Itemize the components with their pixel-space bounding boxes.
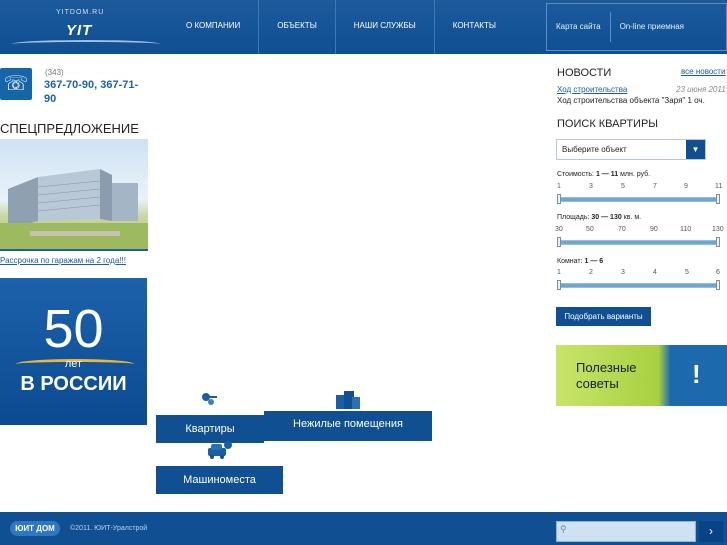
news-item-link[interactable]: Ход строительства (557, 85, 627, 94)
area-label-text: Площадь: (557, 214, 590, 221)
footer-search-input[interactable]: ⚲ (556, 521, 696, 542)
site-footer: ЮИТ ДОМ ©2011. ЮИТ-Уралстрой ⚲ › (0, 512, 727, 545)
price-label-text: Стоимость: (557, 171, 594, 178)
news-item-text: Ход строительства объекта "Заря" 1 оч. (557, 96, 705, 105)
keys-icon (202, 393, 217, 405)
category-parking-button[interactable]: Машиноместа (156, 466, 283, 494)
logo-url-text: YITDOM.RU (56, 9, 105, 16)
area-range-value: 30 — 130 (591, 214, 622, 221)
footer-logo[interactable]: ЮИТ ДОМ (10, 521, 60, 536)
phone-code: (343) (45, 68, 64, 77)
chevron-down-icon[interactable]: ▼ (686, 140, 705, 159)
area-slider[interactable] (557, 237, 720, 247)
price-tick: 1 (557, 183, 561, 190)
area-range-label: Площадь: 30 — 130 кв. м. (557, 214, 641, 221)
area-tick: 110 (680, 226, 692, 233)
object-select[interactable]: Выберите объект ▼ (556, 139, 706, 160)
price-range-label: Стоимость: 1 — 11 млн. руб. (557, 171, 650, 178)
logo-swoosh-icon (12, 40, 160, 48)
price-tick: 11 (715, 183, 723, 190)
category-commercial-button[interactable]: Нежилые помещения (264, 411, 432, 441)
area-max-handle[interactable] (716, 237, 720, 247)
main-nav: О КОМПАНИИ ОБЪЕКТЫ НАШИ СЛУЖБЫ КОНТАКТЫ (168, 0, 514, 54)
phone-icon: ☏ (0, 68, 32, 100)
price-tick: 5 (621, 183, 625, 190)
useful-tips-line2: советы (576, 376, 619, 391)
price-max-handle[interactable] (716, 194, 720, 204)
nav-item-objects[interactable]: ОБЪЕКТЫ (258, 0, 335, 54)
useful-tips-text: Полезные советы (576, 360, 666, 392)
area-tick: 130 (712, 226, 724, 233)
price-tick: 7 (653, 183, 657, 190)
price-tick: 9 (684, 183, 688, 190)
news-title: НОВОСТИ (557, 67, 612, 79)
rooms-tick: 4 (653, 269, 657, 276)
area-tick: 90 (650, 226, 658, 233)
all-news-link[interactable]: все новости (681, 67, 725, 76)
car-icon (208, 441, 232, 459)
special-offer-link[interactable]: Рассрочка по гаражам на 2 года!!! (0, 256, 126, 265)
news-item-date: 23 июня 2011 (676, 85, 726, 94)
category-apartments-button[interactable]: Квартиры (156, 415, 264, 443)
nav-item-services[interactable]: НАШИ СЛУЖБЫ (334, 0, 434, 54)
nav-item-contacts[interactable]: КОНТАКТЫ (433, 0, 514, 54)
rooms-tick: 3 (621, 269, 625, 276)
nav-item-company[interactable]: О КОМПАНИИ (168, 0, 258, 54)
rooms-label-text: Комнат: (557, 258, 583, 265)
price-min-handle[interactable] (557, 194, 561, 204)
rooms-max-handle[interactable] (716, 280, 720, 290)
useful-tips-line1: Полезные (576, 360, 637, 375)
price-unit: млн. руб. (620, 171, 651, 178)
reception-link[interactable]: On-line приемная (609, 12, 693, 42)
phone-numbers: 367-70-90, 367-71-90 (44, 79, 139, 105)
banner-let: лет (64, 358, 83, 370)
site-header: YITDOM.RU YIT О КОМПАНИИ ОБЪЕКТЫ НАШИ СЛ… (0, 0, 727, 54)
special-offer-image[interactable] (0, 139, 148, 251)
area-tick: 30 (555, 226, 563, 233)
search-icon: ⚲ (560, 524, 567, 534)
price-range-value: 1 — 11 (595, 171, 619, 178)
office-building-icon (336, 391, 360, 409)
rooms-slider[interactable] (557, 280, 720, 290)
rooms-tick: 1 (557, 269, 561, 276)
apartment-search-title: ПОИСК КВАРТИРЫ (557, 118, 659, 130)
banner-country: В РОССИИ (20, 373, 127, 395)
area-unit: кв. м. (623, 214, 642, 221)
copyright-text: ©2011. ЮИТ-Уралстрой (70, 525, 148, 532)
banner-number: 50 (43, 299, 104, 359)
building-illustration (0, 169, 148, 249)
exclamation-icon: ! (692, 359, 701, 389)
area-tick: 50 (586, 226, 594, 233)
price-tick: 3 (589, 183, 593, 190)
rooms-tick: 6 (716, 269, 720, 276)
rooms-tick: 2 (589, 269, 593, 276)
rooms-min-handle[interactable] (557, 280, 561, 290)
top-links: Карта сайта On-line приемная (546, 3, 727, 51)
area-min-handle[interactable] (557, 237, 561, 247)
logo-mark: YIT (66, 22, 93, 39)
rooms-range-label: Комнат: 1 — 6 (557, 258, 603, 265)
rooms-tick: 5 (685, 269, 689, 276)
site-logo[interactable]: YITDOM.RU YIT (0, 0, 170, 54)
area-tick: 70 (618, 226, 626, 233)
rooms-range-value: 1 — 6 (584, 258, 604, 265)
price-slider[interactable] (557, 194, 720, 204)
object-select-value: Выберите объект (562, 145, 627, 154)
special-offer-title: СПЕЦПРЕДЛОЖЕНИЕ (0, 121, 139, 136)
sitemap-link[interactable]: Карта сайта (547, 12, 610, 42)
useful-tips-banner[interactable]: Полезные советы ! (556, 345, 727, 406)
find-options-button[interactable]: Подобрать варианты (556, 307, 651, 326)
footer-search-button[interactable]: › (699, 521, 723, 542)
anniversary-banner[interactable]: 50 лет В РОССИИ (0, 278, 147, 425)
